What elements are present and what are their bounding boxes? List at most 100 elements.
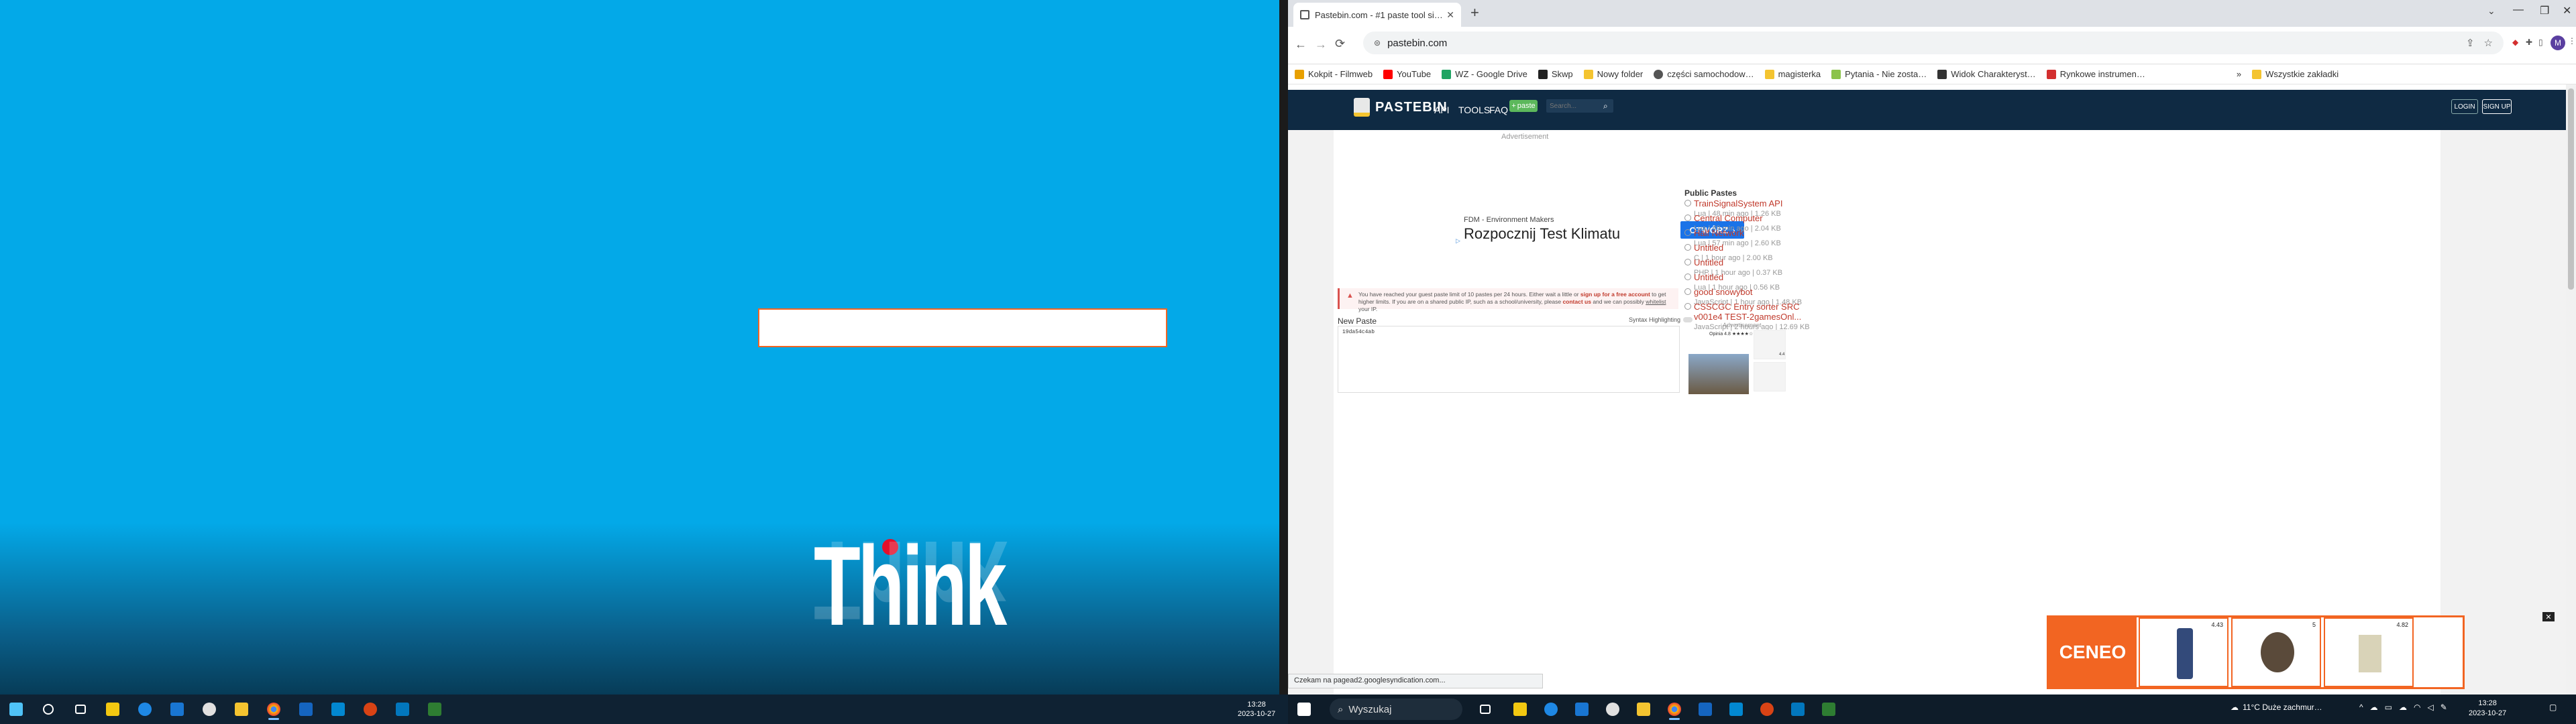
bookmark-folder[interactable]: Nowy folder: [1583, 69, 1643, 79]
extensions-puzzle-icon[interactable]: ✚: [2526, 38, 2532, 47]
extension-icon[interactable]: ◆: [2512, 38, 2518, 47]
task-view-button[interactable]: [70, 699, 91, 720]
close-window-icon[interactable]: ✕: [2563, 4, 2571, 17]
pastebin-logo[interactable]: PASTEBIN: [1354, 98, 1448, 117]
signup-link[interactable]: sign up for a free account: [1580, 291, 1650, 298]
pen-icon[interactable]: ✎: [2440, 703, 2447, 712]
system-tray[interactable]: ^ ☁ ▭ ☁ ◠ ◁ ✎: [2359, 703, 2447, 712]
bookmark-item[interactable]: Pytania - Nie zosta…: [1831, 69, 1927, 79]
taskbar-app[interactable]: [263, 699, 284, 720]
ceneo-ad-bar[interactable]: CENEO 4.43 5 4.82: [2047, 615, 2465, 689]
nav-faq[interactable]: FAQ: [1489, 105, 1508, 115]
taskbar-app[interactable]: [360, 699, 381, 720]
tab-title: Pastebin.com - #1 paste tool si…: [1315, 9, 1443, 20]
taskbar-app[interactable]: [102, 699, 123, 720]
sidebar-icon[interactable]: ▯: [2538, 38, 2543, 47]
ceneo-product[interactable]: 5: [2231, 617, 2321, 687]
outlook-icon: [1791, 703, 1805, 716]
nav-api[interactable]: API: [1434, 105, 1450, 115]
minimize-icon[interactable]: —: [2513, 4, 2524, 16]
bookmark-item[interactable]: WZ - Google Drive: [1442, 69, 1527, 79]
battery-icon[interactable]: ▭: [2385, 703, 2392, 712]
login-button[interactable]: LOGIN: [2451, 99, 2478, 114]
search-icon[interactable]: ⌕: [1603, 101, 1608, 111]
task-view-button[interactable]: [1474, 699, 1496, 720]
bookmark-item[interactable]: Kokpit - Filmweb: [1295, 69, 1373, 79]
taskbar-app[interactable]: [1602, 699, 1623, 720]
bookmark-star-icon[interactable]: ☆: [2484, 37, 2493, 49]
taskbar-app[interactable]: [1695, 699, 1716, 720]
nav-tools[interactable]: TOOLS: [1458, 105, 1490, 115]
taskbar-app[interactable]: [231, 699, 252, 720]
menu-icon[interactable]: ⋮: [2568, 36, 2576, 46]
search-icon: [43, 704, 54, 715]
all-bookmarks[interactable]: Wszystkie zakładki: [2252, 69, 2339, 79]
clock-right[interactable]: 13:28 2023-10-27: [2469, 699, 2506, 719]
taskbar-search[interactable]: ⌕ Wyszukaj: [1330, 699, 1462, 720]
back-icon[interactable]: ←: [1295, 38, 1307, 52]
tray-app-icon[interactable]: ☁: [2370, 703, 2378, 712]
reload-icon[interactable]: ⟳: [1335, 37, 1345, 51]
bookmark-item[interactable]: Skwp: [1538, 69, 1573, 79]
side-ad[interactable]: Opinia 4.8 ★★★★☆ 4.4: [1685, 328, 1787, 396]
notifications-icon[interactable]: ▢: [2549, 703, 2557, 712]
paste-textarea[interactable]: 19da54c4ab: [1338, 326, 1680, 393]
clock-left[interactable]: 13:28 2023-10-27: [1238, 700, 1275, 719]
bookmark-item[interactable]: części samochodow…: [1654, 69, 1754, 79]
close-tab-icon[interactable]: ✕: [1446, 9, 1454, 21]
taskbar-app[interactable]: [1509, 699, 1531, 720]
search-input[interactable]: [1550, 102, 1603, 110]
taskbar-app[interactable]: [295, 699, 317, 720]
taskbar-app[interactable]: [199, 699, 220, 720]
bookmark-item[interactable]: YouTube: [1383, 69, 1431, 79]
contact-link[interactable]: contact us: [1562, 298, 1591, 305]
taskbar-app[interactable]: [1633, 699, 1654, 720]
taskbar-app[interactable]: [1818, 699, 1839, 720]
whitelist-link[interactable]: whitelist: [1646, 298, 1666, 305]
tab-search-icon[interactable]: ⌄: [2487, 5, 2496, 17]
bookmark-item[interactable]: Rynkowe instrumen…: [2046, 69, 2145, 79]
weather-widget[interactable]: ☁ 11°C Duże zachmur…: [2231, 703, 2322, 712]
taskbar-app[interactable]: [166, 699, 188, 720]
signup-button[interactable]: SIGN UP: [2482, 99, 2512, 114]
maximize-icon[interactable]: ❐: [2540, 4, 2549, 17]
taskbar-app[interactable]: [1664, 699, 1685, 720]
bookmark-item[interactable]: Widok Charakteryst…: [1937, 69, 2036, 79]
ceneo-product[interactable]: 4.43: [2139, 617, 2229, 687]
search-button[interactable]: [38, 699, 59, 720]
ceneo-product[interactable]: 4.82: [2324, 617, 2414, 687]
globe-icon: [1684, 200, 1691, 206]
search-box[interactable]: ⌕: [1546, 99, 1613, 113]
tab-pastebin[interactable]: Pastebin.com - #1 paste tool si… ✕: [1293, 3, 1461, 27]
address-bar[interactable]: ⊜ pastebin.com ⇪ ☆: [1363, 32, 2504, 54]
wifi-icon[interactable]: ◠: [2414, 703, 2420, 712]
taskbar-app[interactable]: [1787, 699, 1809, 720]
taskbar-app[interactable]: [327, 699, 349, 720]
taskbar-app[interactable]: [1756, 699, 1778, 720]
page-scrollbar[interactable]: [2566, 84, 2576, 695]
scrollbar-thumb[interactable]: [2568, 88, 2574, 290]
warning-icon: ▲: [1346, 292, 1354, 300]
taskbar-app[interactable]: [1571, 699, 1593, 720]
ceneo-close-icon[interactable]: ✕: [2542, 612, 2555, 621]
more-bookmarks-icon[interactable]: »: [2237, 69, 2241, 79]
ad-info-icon[interactable]: ▷: [1456, 237, 1460, 245]
share-icon[interactable]: ⇪: [2466, 37, 2475, 49]
forward-icon[interactable]: →: [1315, 38, 1327, 52]
chevron-up-icon[interactable]: ^: [2359, 703, 2363, 712]
syntax-highlighting-toggle[interactable]: Syntax Highlighting: [1629, 316, 1693, 323]
volume-icon[interactable]: ◁: [2427, 703, 2433, 712]
taskbar-app[interactable]: [1540, 699, 1562, 720]
taskbar-app[interactable]: [134, 699, 156, 720]
start-button[interactable]: [5, 699, 27, 720]
powerpoint-icon: [1760, 703, 1774, 716]
taskbar-app[interactable]: [392, 699, 413, 720]
taskbar-app[interactable]: [1725, 699, 1747, 720]
bookmark-folder[interactable]: magisterka: [1764, 69, 1821, 79]
profile-avatar[interactable]: M: [2551, 36, 2565, 50]
onedrive-icon[interactable]: ☁: [2399, 703, 2407, 712]
new-paste-button[interactable]: + paste: [1509, 100, 1538, 112]
taskbar-app[interactable]: [424, 699, 445, 720]
start-button[interactable]: [1293, 699, 1315, 720]
new-tab-icon[interactable]: +: [1470, 4, 1479, 21]
